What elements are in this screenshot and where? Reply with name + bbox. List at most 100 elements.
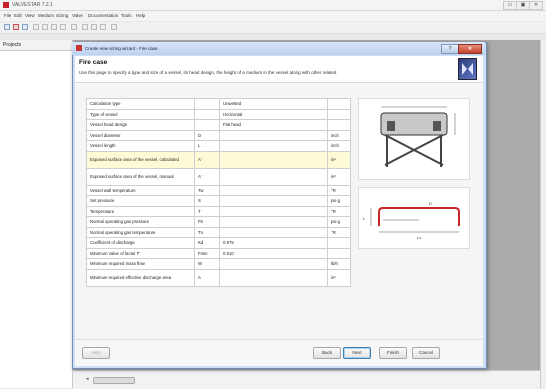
calculator-icon[interactable] (82, 24, 88, 30)
table-row: Minimum required mass flow Wlb/h (86, 258, 351, 270)
property-value-input[interactable] (219, 184, 328, 196)
property-unit: in² (327, 167, 351, 186)
close-app-button[interactable]: ✕ (529, 1, 543, 10)
property-label: Vessel head design (86, 119, 195, 131)
property-label: Temperature (86, 205, 195, 217)
back-button[interactable]: Back (313, 347, 341, 359)
property-symbol (194, 98, 220, 110)
menu-medium[interactable]: Medium (38, 13, 54, 18)
table-row: Coefficient of discharge Kd 0.975 (86, 237, 351, 249)
dialog-close-button[interactable]: ✕ (458, 44, 482, 54)
finish-button[interactable]: Finish (379, 347, 407, 359)
property-unit: °R (327, 226, 351, 238)
table-row: Exposed surface area of the vessel, calc… (86, 150, 351, 169)
property-value-input[interactable] (219, 167, 328, 186)
menu-sizing[interactable]: Sizing (56, 13, 68, 18)
copy-icon[interactable] (51, 24, 57, 30)
property-unit: in² (327, 150, 351, 169)
new-file-icon[interactable] (4, 24, 10, 30)
flat-head-diagram: D L Lv (358, 187, 470, 249)
settings-icon[interactable] (100, 24, 106, 30)
property-value-input[interactable]: 0.975 (219, 237, 328, 249)
property-symbol: A' (194, 167, 220, 186)
property-value-input[interactable] (219, 195, 328, 207)
scroll-left-icon[interactable]: ◂ (86, 376, 89, 382)
property-symbol: T (194, 205, 220, 217)
maximize-button[interactable]: ▣ (516, 1, 530, 10)
menu-valve[interactable]: Valve (72, 13, 83, 18)
property-value-input[interactable] (219, 205, 328, 217)
horizontal-scrollbar[interactable] (93, 377, 135, 384)
property-value-input[interactable]: Unwetted (219, 98, 328, 110)
property-unit (327, 237, 351, 249)
open-folder-icon[interactable] (13, 24, 19, 30)
delete-icon[interactable] (71, 24, 77, 30)
property-unit: inch (327, 140, 351, 152)
table-row: Type of vessel Horizontal (86, 108, 351, 120)
property-value-input[interactable] (219, 258, 328, 270)
property-value-input[interactable]: Horizontal (219, 108, 328, 120)
menu-edit[interactable]: Edit (14, 13, 22, 18)
report-icon[interactable] (111, 24, 117, 30)
paste-icon[interactable] (60, 24, 66, 30)
dialog-help-button[interactable]: ? (441, 44, 459, 54)
property-unit (327, 119, 351, 131)
next-button[interactable]: Next (343, 347, 371, 359)
properties-table: Calculation type Unwetted Type of vessel Ho… (86, 98, 351, 287)
menu-view[interactable]: View (25, 13, 35, 18)
property-symbol: Fmin (194, 247, 220, 259)
property-label: Type of vessel (86, 108, 195, 120)
property-value-input[interactable] (219, 226, 328, 238)
table-row: Minimum required effective discharge are… (86, 268, 351, 287)
minimize-button[interactable]: ▭ (503, 1, 517, 10)
property-value-input[interactable] (219, 150, 328, 169)
print-icon[interactable] (33, 24, 39, 30)
property-value-input[interactable] (219, 129, 328, 141)
property-label: Vessel length (86, 140, 195, 152)
save-icon[interactable] (22, 24, 28, 30)
property-symbol: A' (194, 150, 220, 169)
property-symbol: Pn (194, 216, 220, 228)
menu-documentation[interactable]: Documentation (88, 13, 118, 18)
wizard-valve-logo (458, 58, 477, 80)
property-label: Exposed surface area of the vessel, calc… (86, 150, 195, 169)
app-titlebar (0, 0, 546, 11)
cut-icon[interactable] (42, 24, 48, 30)
property-unit (327, 247, 351, 259)
property-value-input[interactable]: Flat head (219, 119, 328, 131)
property-unit: psi g (327, 195, 351, 207)
bottom-panel (73, 370, 540, 389)
cancel-button[interactable]: Cancel (412, 347, 440, 359)
menu-tools[interactable]: Tools (121, 13, 132, 18)
property-symbol: W (194, 258, 220, 270)
property-label: Minimum required mass flow (86, 258, 195, 270)
page-description: Use this page to specify a type and size… (79, 70, 337, 75)
table-row: Minimum value of factor F' Fmin 0.010 (86, 247, 351, 259)
property-unit: °R (327, 205, 351, 217)
chart-icon[interactable] (91, 24, 97, 30)
app-logo-icon (3, 2, 9, 8)
property-unit: °R (327, 184, 351, 196)
property-symbol: S (194, 195, 220, 207)
property-value-input[interactable] (219, 216, 328, 228)
property-unit: lb/h (327, 258, 351, 270)
property-unit: psi g (327, 216, 351, 228)
property-label: Coefficient of discharge (86, 237, 195, 249)
property-label: Vessel diameter (86, 129, 195, 141)
property-unit: in² (327, 268, 351, 287)
menu-file[interactable]: File (4, 13, 11, 18)
table-row: Normal operating gas temperature Tn °R (86, 226, 351, 238)
help-button[interactable]: Help (82, 347, 110, 359)
menu-help[interactable]: Help (136, 13, 145, 18)
table-row: Normal operating gas pressure Pn psi g (86, 216, 351, 228)
property-value-input[interactable] (219, 140, 328, 152)
diagram-label-top: D (429, 201, 432, 206)
dialog-app-icon (76, 45, 82, 51)
property-value-input[interactable] (219, 268, 328, 287)
property-symbol: Tn (194, 226, 220, 238)
property-value-input[interactable]: 0.010 (219, 247, 328, 259)
property-label: Minimum required effective discharge are… (86, 268, 195, 287)
property-symbol: Tw (194, 184, 220, 196)
property-symbol (194, 119, 220, 131)
property-symbol: L (194, 140, 220, 152)
